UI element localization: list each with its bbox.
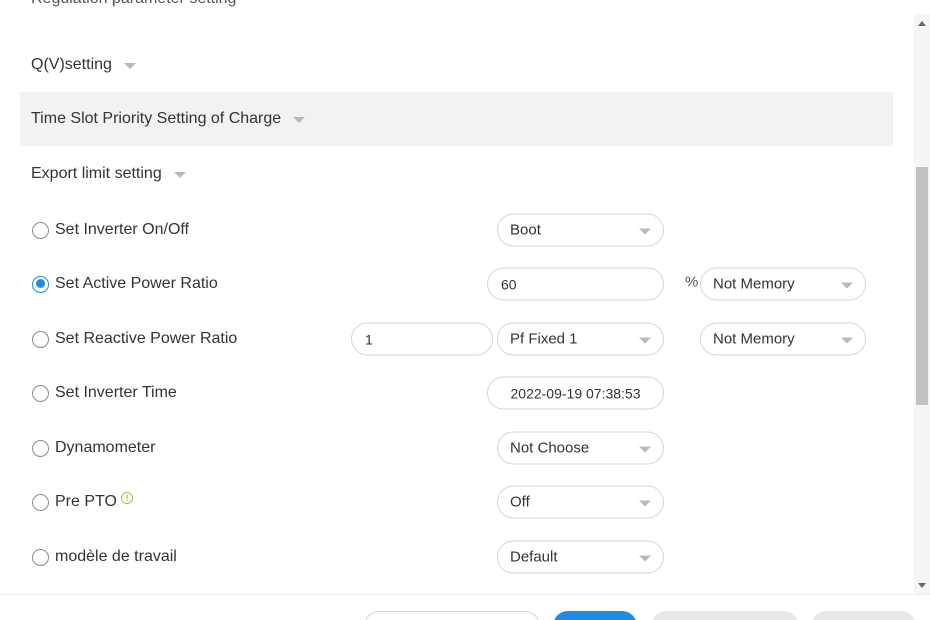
chevron-down-icon (841, 282, 853, 289)
section-regulation-label: Regulation parameter setting (31, 0, 236, 8)
radio-icon[interactable] (32, 548, 49, 566)
settings-panel: Regulation parameter setting Q(V)setting… (0, 0, 914, 594)
chevron-down-icon (841, 337, 853, 344)
chevron-down-icon (173, 172, 186, 178)
row-dynamometer: Dynamometer Not Choose (0, 428, 914, 468)
section-time-slot-label: Time Slot Priority Setting of Charge (31, 110, 282, 127)
chevron-down-icon (639, 446, 651, 453)
row-label: modèle de travail (55, 548, 177, 565)
radio-inverter-onoff[interactable]: Set Inverter On/Off (32, 221, 189, 239)
reactive-power-input[interactable]: 1 (351, 322, 493, 356)
chevron-down-icon (123, 63, 136, 69)
select-value: Not Choose (510, 439, 590, 457)
row-reactive-power: Set Reactive Power Ratio 1 Pf Fixed 1 No… (0, 319, 914, 359)
radio-icon[interactable] (32, 439, 49, 457)
radio-icon[interactable] (32, 330, 49, 348)
scroll-up-icon[interactable] (918, 21, 926, 26)
reactive-power-memory-select[interactable]: Not Memory (700, 322, 866, 356)
chevron-down-icon (639, 500, 651, 507)
secondary-button[interactable] (651, 611, 799, 620)
section-regulation[interactable]: Regulation parameter setting (20, 0, 893, 14)
bottom-action-bar (0, 594, 930, 620)
row-label: Set Inverter Time (55, 384, 177, 401)
section-time-slot[interactable]: Time Slot Priority Setting of Charge (20, 92, 893, 146)
tertiary-button[interactable] (811, 611, 916, 620)
select-value: Not Memory (713, 330, 795, 348)
row-work-mode: modèle de travail Default (0, 537, 914, 577)
radio-icon[interactable] (32, 384, 49, 402)
row-label: Set Inverter On/Off (55, 221, 189, 238)
info-icon[interactable]: ! (120, 492, 133, 504)
inverter-time-input[interactable]: 2022-09-19 07:38:53 (487, 376, 664, 410)
active-power-memory-select[interactable]: Not Memory (700, 267, 866, 301)
row-label: Dynamometer (55, 439, 156, 456)
work-mode-select[interactable]: Default (497, 540, 664, 574)
scroll-thumb[interactable] (916, 167, 928, 405)
row-label: Set Active Power Ratio (55, 275, 218, 292)
radio-dynamometer[interactable]: Dynamometer (32, 439, 155, 457)
radio-pre-pto[interactable]: Pre PTO ! (32, 492, 133, 511)
input-value: 2022-09-19 07:38:53 (510, 385, 641, 401)
chevron-down-icon (639, 228, 651, 235)
select-value: Off (510, 493, 530, 511)
dynamometer-select[interactable]: Not Choose (497, 431, 664, 465)
section-qv-setting[interactable]: Q(V)setting (20, 38, 893, 92)
row-label: Pre PTO (55, 493, 117, 510)
inverter-onoff-select[interactable]: Boot (497, 213, 664, 247)
section-export-limit-label: Export limit setting (31, 165, 162, 182)
radio-icon[interactable] (32, 221, 49, 239)
input-value: 1 (365, 331, 373, 347)
row-inverter-time: Set Inverter Time 2022-09-19 07:38:53 (0, 373, 914, 413)
radio-active-power[interactable]: Set Active Power Ratio (32, 275, 218, 293)
active-power-input[interactable]: 60 (487, 267, 664, 301)
select-value: Not Memory (713, 275, 795, 293)
section-export-limit[interactable]: Export limit setting (20, 147, 893, 201)
primary-button[interactable] (553, 611, 637, 620)
chevron-down-icon (293, 117, 306, 123)
chevron-down-icon (639, 555, 651, 562)
select-value: Boot (510, 221, 541, 239)
input-value: 60 (501, 276, 517, 292)
radio-reactive-power[interactable]: Set Reactive Power Ratio (32, 330, 237, 348)
radio-icon[interactable] (32, 493, 49, 511)
reactive-power-mode-select[interactable]: Pf Fixed 1 (497, 322, 664, 356)
radio-icon[interactable] (32, 275, 49, 293)
row-active-power: Set Active Power Ratio 60 % Not Memory (0, 264, 914, 304)
radio-inverter-time[interactable]: Set Inverter Time (32, 384, 177, 402)
select-value: Default (510, 548, 558, 566)
row-pre-pto: Pre PTO ! Off (0, 482, 914, 522)
row-inverter-onoff: Set Inverter On/Off Boot (0, 210, 914, 250)
scroll-down-icon[interactable] (918, 583, 926, 588)
select-value: Pf Fixed 1 (510, 330, 578, 348)
section-qv-label: Q(V)setting (31, 56, 112, 73)
row-label: Set Reactive Power Ratio (55, 330, 238, 347)
percent-unit: % (685, 273, 699, 291)
vertical-scrollbar[interactable] (914, 14, 930, 594)
pre-pto-select[interactable]: Off (497, 485, 664, 519)
radio-work-mode[interactable]: modèle de travail (32, 548, 177, 566)
chevron-down-icon (639, 337, 651, 344)
password-field[interactable] (364, 611, 540, 620)
